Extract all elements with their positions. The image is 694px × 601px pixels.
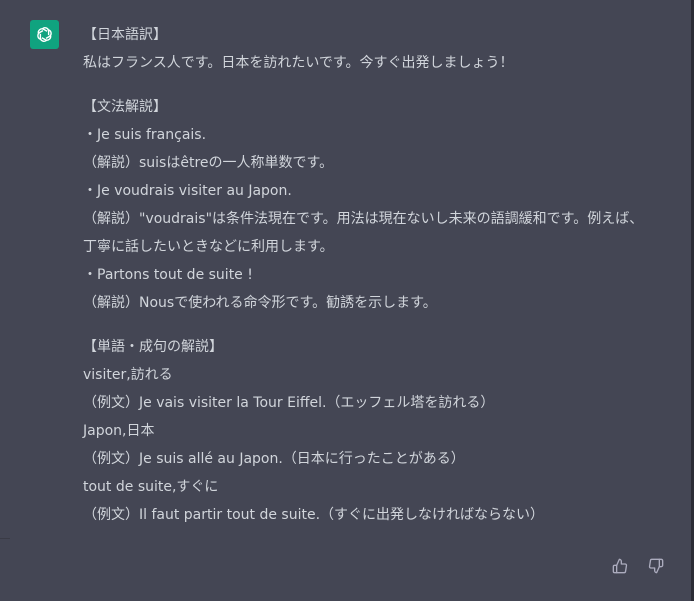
section-vocabulary: 【単語・成句の解説】 visiter,訪れる （例文）Je vais visit… [83, 333, 683, 529]
thumbs-down-button[interactable] [646, 556, 666, 576]
feedback-actions [610, 556, 666, 576]
assistant-avatar [30, 20, 59, 49]
thumbs-down-icon [648, 558, 664, 574]
message-line: 丁寧に話したいときなどに利用します。 [83, 239, 334, 255]
section-translation: 【日本語訳】 私はフランス人です。日本を訪れたいです。今すぐ出発しましょう！ [83, 21, 683, 77]
message-line: visiter,訪れる [83, 367, 173, 383]
thumbs-up-icon [612, 558, 628, 574]
message-line: ・Partons tout de suite ! [83, 267, 253, 283]
message-line: Japon,日本 [83, 423, 155, 439]
section-heading: 【単語・成句の解説】 [83, 339, 223, 355]
message-line: （例文）Il faut partir tout de suite.（すぐに出発し… [83, 507, 545, 523]
section-grammar: 【文法解説】 ・Je suis français. （解説）suisはêtreの… [83, 93, 683, 317]
message-line: （解説）suisはêtreの一人称単数です。 [83, 155, 334, 171]
message-line: （例文）Je vais visiter la Tour Eiffel.（エッフェ… [83, 395, 495, 411]
message-line: tout de suite,すぐに [83, 479, 219, 495]
section-heading: 【日本語訳】 [83, 27, 167, 43]
message-line: （例文）Je suis allé au Japon.（日本に行ったことがある） [83, 451, 465, 467]
thumbs-up-button[interactable] [610, 556, 630, 576]
message-line: （解説）Nousで使われる命令形です。勧誘を示します。 [83, 295, 437, 311]
message-line: ・Je suis français. [83, 127, 207, 143]
openai-logo-icon [37, 27, 52, 42]
left-gutter [0, 0, 10, 601]
gutter-divider [0, 538, 10, 539]
message-line: （解説）"voudrais"は条件法現在です。用法は現在ないし未来の語調緩和です… [83, 211, 644, 227]
section-heading: 【文法解説】 [83, 99, 167, 115]
message-line: 私はフランス人です。日本を訪れたいです。今すぐ出発しましょう！ [83, 55, 514, 71]
assistant-message: 【日本語訳】 私はフランス人です。日本を訪れたいです。今すぐ出発しましょう！ 【… [83, 21, 683, 529]
message-line: ・Je voudrais visiter au Japon. [83, 183, 292, 199]
